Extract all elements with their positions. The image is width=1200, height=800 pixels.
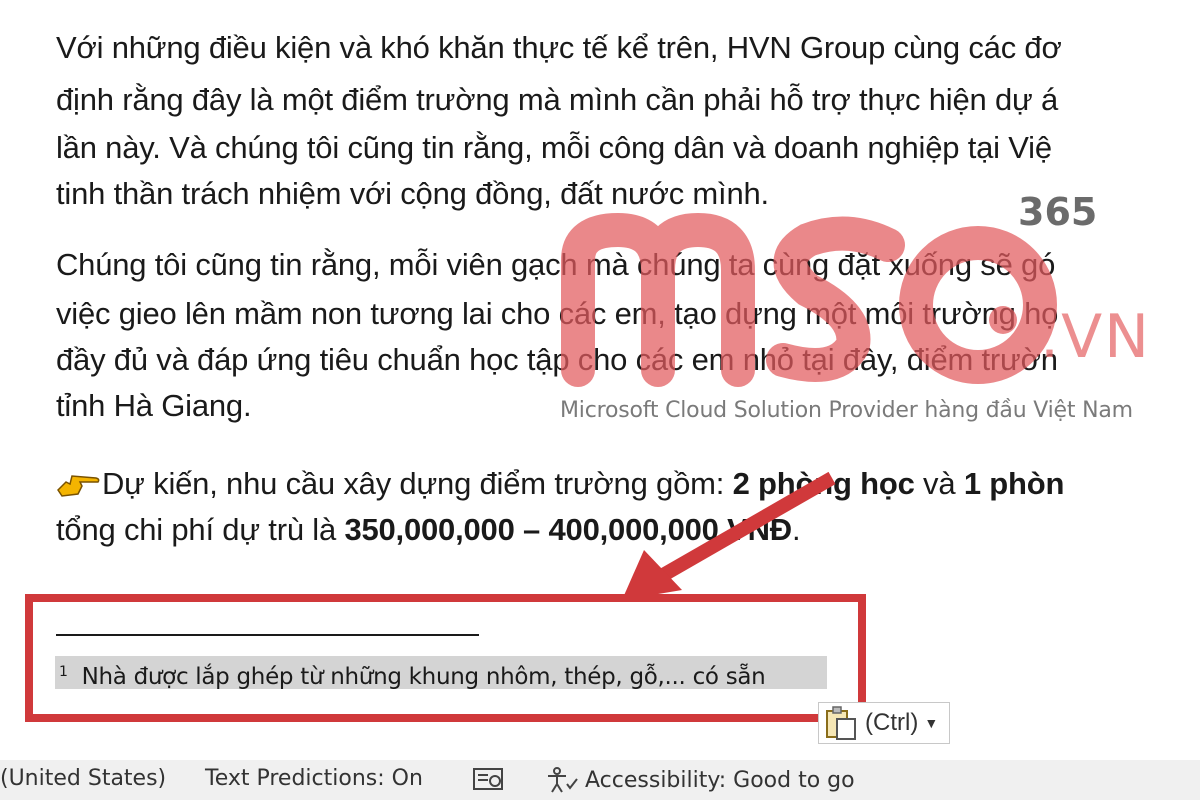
budget-period: . — [791, 512, 801, 547]
paragraph-1-line-3: lần này. Và chúng tôi cũng tin rằng, mỗi… — [56, 130, 1052, 165]
paste-clipboard-icon — [826, 706, 856, 740]
classroom-count: 2 phòng học — [732, 466, 915, 501]
paragraph-2-line-1: Chúng tôi cũng tin rằng, mỗi viên gạch m… — [56, 247, 1056, 282]
paste-options-label: (Ctrl) — [865, 709, 919, 736]
paragraph-2-line-4: tỉnh Hà Giang. — [56, 388, 252, 423]
budget-amount: 350,000,000 – 400,000,000 VNĐ — [344, 512, 792, 547]
paragraph-2-line-3: đầy đủ và đáp ứng tiêu chuẩn học tập cho… — [56, 342, 1058, 377]
status-bar: (United States) Text Predictions: On Acc… — [0, 760, 1200, 800]
budget-intro-text: tổng chi phí dự trù là — [56, 512, 345, 547]
room-count-truncated: 1 phòn — [963, 466, 1065, 501]
accessibility-icon — [548, 767, 578, 793]
paragraph-3-line-2: tổng chi phí dự trù là 350,000,000 – 400… — [56, 510, 801, 550]
paragraph-2-line-2: việc gieo lên mầm non tương lai cho các … — [56, 296, 1059, 331]
annotation-highlight-box — [25, 594, 866, 722]
pointing-hand-icon — [57, 475, 100, 497]
text-predictions-status[interactable]: Text Predictions: On — [205, 766, 423, 791]
paragraph-1-line-4: tinh thần trách nhiệm với cộng đồng, đất… — [56, 176, 769, 211]
focus-mode-button[interactable] — [472, 766, 506, 792]
language-status[interactable]: (United States) — [0, 766, 166, 791]
paragraph-1-line-1: Với những điều kiện và khó khăn thực tế … — [56, 30, 1062, 65]
paragraph-1-line-2: định rằng đây là một điểm trường mà mình… — [56, 82, 1059, 117]
conjunction-text: và — [914, 466, 964, 501]
paste-options-button[interactable]: (Ctrl) ▼ — [818, 702, 950, 744]
accessibility-status[interactable]: Accessibility: Good to go — [545, 766, 855, 794]
dropdown-arrow-icon: ▼ — [924, 715, 939, 731]
plan-intro-text: Dự kiến, nhu cầu xây dựng điểm trường gồ… — [102, 466, 733, 501]
paragraph-3-line-1: Dự kiến, nhu cầu xây dựng điểm trường gồ… — [56, 464, 1064, 504]
focus-mode-icon — [473, 768, 503, 790]
accessibility-label: Accessibility: Good to go — [585, 767, 855, 793]
